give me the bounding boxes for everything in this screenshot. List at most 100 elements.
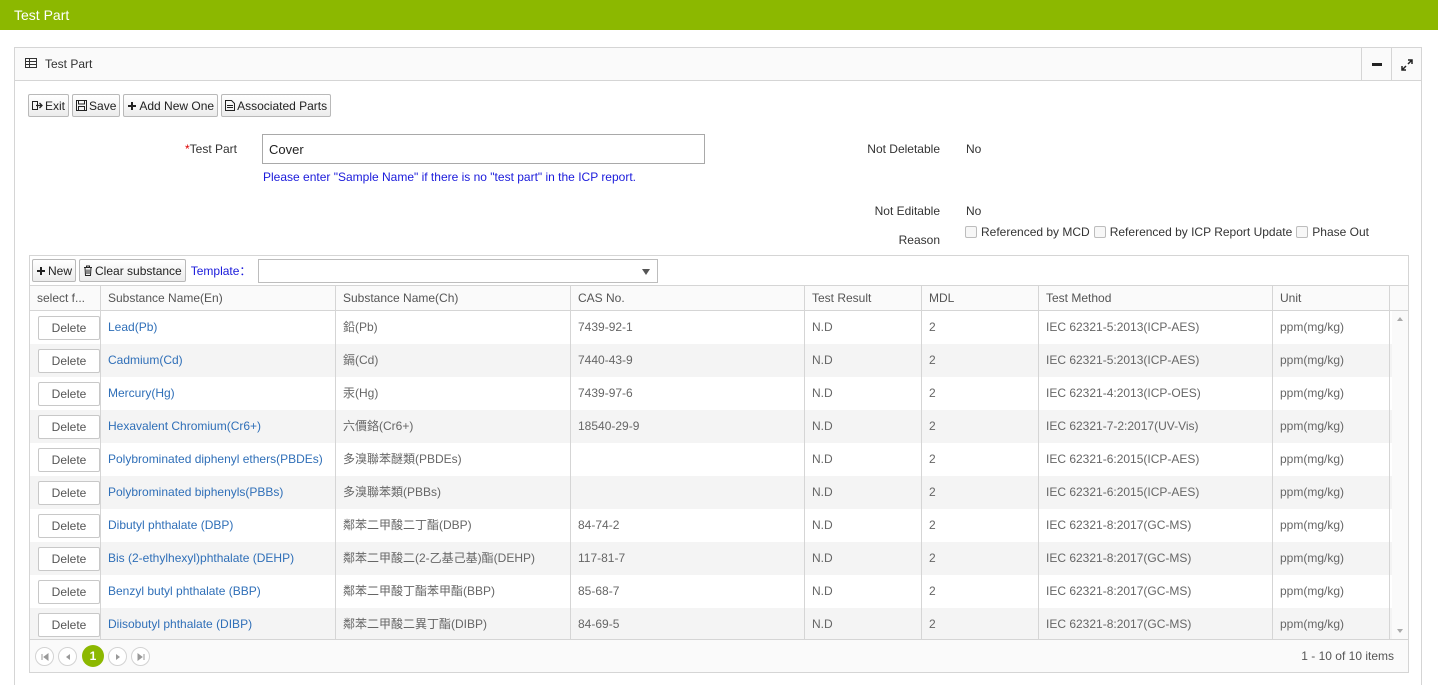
first-page-button[interactable] [35, 647, 54, 666]
test-result-cell: N.D [805, 575, 922, 608]
chevron-down-icon [642, 268, 651, 275]
delete-row-button[interactable]: Delete [38, 381, 100, 406]
delete-row-button[interactable]: Delete [38, 579, 100, 604]
delete-row-button[interactable]: Delete [38, 315, 100, 340]
reason-icp-option[interactable]: Referenced by ICP Report Update [1093, 225, 1292, 239]
grid-header: select f... Substance Name(En) Substance… [30, 286, 1408, 311]
trash-icon [84, 265, 93, 276]
table-row[interactable]: Delete Polybrominated diphenyl ethers(PBD… [30, 443, 1408, 476]
unit-cell: ppm(mg/kg) [1273, 476, 1390, 509]
cas-no-cell: 117-81-7 [571, 542, 805, 575]
substance-name-en-cell[interactable]: Bis (2-ethylhexyl)phthalate (DEHP) [101, 542, 336, 575]
substance-name-en-cell[interactable]: Lead(Pb) [101, 311, 336, 344]
grid-pager: 1 1 - 10 of 10 items [30, 639, 1408, 672]
not-editable-value: No [966, 204, 982, 218]
table-row[interactable]: Delete Cadmium(Cd) 鎘(Cd) 7440-43-9 N.D 2 IEC 6… [30, 344, 1408, 377]
column-header-result[interactable]: Test Result [805, 286, 922, 310]
delete-row-button[interactable]: Delete [38, 447, 100, 472]
panel-header: Test Part [15, 48, 1421, 81]
current-page-button[interactable]: 1 [82, 645, 104, 667]
substance-name-ch-cell: 多溴聯苯醚類(PBDEs) [336, 443, 571, 476]
test-method-cell: IEC 62321-6:2015(ICP-AES) [1039, 476, 1273, 509]
minimize-button[interactable] [1361, 48, 1391, 81]
delete-row-button[interactable]: Delete [38, 513, 100, 538]
mdl-cell: 2 [922, 608, 1039, 639]
test-part-panel: Test Part Exit Save Add New One Associat… [14, 47, 1422, 685]
substance-name-en-cell[interactable]: Benzyl butyl phthalate (BBP) [101, 575, 336, 608]
table-row[interactable]: Delete Polybrominated biphenyls(PBBs) 多溴聯苯… [30, 476, 1408, 509]
unit-cell: ppm(mg/kg) [1273, 377, 1390, 410]
reason-mcd-checkbox[interactable] [965, 226, 977, 238]
test-part-hint: Please enter "Sample Name" if there is n… [263, 170, 636, 184]
mdl-cell: 2 [922, 476, 1039, 509]
delete-row-button[interactable]: Delete [38, 546, 100, 571]
substance-name-ch-cell: 六價鉻(Cr6+) [336, 410, 571, 443]
table-row[interactable]: Delete Bis (2-ethylhexyl)phthalate (DEHP)… [30, 542, 1408, 575]
mdl-cell: 2 [922, 311, 1039, 344]
next-page-button[interactable] [108, 647, 127, 666]
associated-label: Associated Parts [237, 98, 328, 113]
substance-name-en-cell[interactable]: Polybrominated biphenyls(PBBs) [101, 476, 336, 509]
table-row[interactable]: Delete Dibutyl phthalate (DBP) 鄰苯二甲酸二丁酯(DB… [30, 509, 1408, 542]
add-new-button[interactable]: Add New One [123, 94, 219, 117]
delete-row-button[interactable]: Delete [38, 480, 100, 505]
reason-phase-out-checkbox[interactable] [1296, 226, 1309, 238]
test-method-cell: IEC 62321-6:2015(ICP-AES) [1039, 443, 1273, 476]
vertical-scrollbar[interactable] [1392, 311, 1408, 639]
scroll-down-icon[interactable] [1397, 629, 1403, 633]
exit-icon [32, 101, 43, 110]
clear-substance-button[interactable]: Clear substance [79, 259, 186, 282]
reason-phase-out-option[interactable]: Phase Out [1296, 225, 1369, 239]
mdl-cell: 2 [922, 542, 1039, 575]
expand-button[interactable] [1391, 48, 1421, 81]
column-header-unit[interactable]: Unit [1273, 286, 1390, 310]
cas-no-cell: 85-68-7 [571, 575, 805, 608]
substance-name-en-cell[interactable]: Cadmium(Cd) [101, 344, 336, 377]
table-row[interactable]: Delete Hexavalent Chromium(Cr6+) 六價鉻(Cr6+)… [30, 410, 1408, 443]
pager-info: 1 - 10 of 10 items [1301, 649, 1394, 663]
table-row[interactable]: Delete Lead(Pb) 鉛(Pb) 7439-92-1 N.D 2 IEC 6232… [30, 311, 1408, 344]
column-header-name-en[interactable]: Substance Name(En) [101, 286, 336, 310]
test-method-cell: IEC 62321-7-2:2017(UV-Vis) [1039, 410, 1273, 443]
column-header-method[interactable]: Test Method [1039, 286, 1273, 310]
substance-name-en-cell[interactable]: Polybrominated diphenyl ethers(PBDEs) [101, 443, 336, 476]
template-label: Template： [190, 264, 252, 278]
table-row[interactable]: Delete Mercury(Hg) 汞(Hg) 7439-97-6 N.D 2 IEC 6… [30, 377, 1408, 410]
test-part-input[interactable] [262, 134, 705, 164]
exit-button[interactable]: Exit [28, 94, 70, 117]
cas-no-cell: 18540-29-9 [571, 410, 805, 443]
reason-mcd-option[interactable]: Referenced by MCD [965, 225, 1090, 239]
new-substance-button[interactable]: New [32, 259, 77, 282]
substance-name-en-cell[interactable]: Diisobutyl phthalate (DIBP) [101, 608, 336, 639]
save-button[interactable]: Save [72, 94, 121, 117]
mdl-cell: 2 [922, 410, 1039, 443]
test-method-cell: IEC 62321-5:2013(ICP-AES) [1039, 311, 1273, 344]
column-header-name-ch[interactable]: Substance Name(Ch) [336, 286, 571, 310]
table-row[interactable]: Delete Benzyl butyl phthalate (BBP) 鄰苯二甲酸丁… [30, 575, 1408, 608]
substance-name-en-cell[interactable]: Mercury(Hg) [101, 377, 336, 410]
not-deletable-label: Not Deletable [867, 142, 940, 156]
mdl-cell: 2 [922, 443, 1039, 476]
unit-cell: ppm(mg/kg) [1273, 608, 1390, 639]
grid-rows: Delete Lead(Pb) 鉛(Pb) 7439-92-1 N.D 2 IEC 6232… [30, 311, 1408, 639]
reason-icp-checkbox[interactable] [1093, 226, 1106, 238]
delete-row-button[interactable]: Delete [38, 414, 100, 439]
table-row[interactable]: Delete Diisobutyl phthalate (DIBP) 鄰苯二甲酸二異… [30, 608, 1408, 639]
substance-name-en-cell[interactable]: Dibutyl phthalate (DBP) [101, 509, 336, 542]
substance-name-ch-cell: 鄰苯二甲酸丁酯苯甲酯(BBP) [336, 575, 571, 608]
expand-icon [1400, 58, 1413, 71]
scroll-up-icon[interactable] [1397, 317, 1403, 321]
delete-row-button[interactable]: Delete [38, 348, 100, 373]
substance-name-en-cell[interactable]: Hexavalent Chromium(Cr6+) [101, 410, 336, 443]
select-cell: Delete [30, 476, 101, 509]
substance-name-ch-cell: 鄰苯二甲酸二異丁酯(DIBP) [336, 608, 571, 639]
column-header-mdl[interactable]: MDL [922, 286, 1039, 310]
column-header-select[interactable]: select f... [30, 286, 101, 310]
column-header-cas[interactable]: CAS No. [571, 286, 805, 310]
template-select[interactable] [258, 258, 659, 283]
prev-page-button[interactable] [58, 647, 77, 666]
associated-parts-button[interactable]: Associated Parts [221, 94, 332, 117]
unit-cell: ppm(mg/kg) [1273, 509, 1390, 542]
last-page-button[interactable] [131, 647, 150, 666]
delete-row-button[interactable]: Delete [38, 612, 100, 637]
